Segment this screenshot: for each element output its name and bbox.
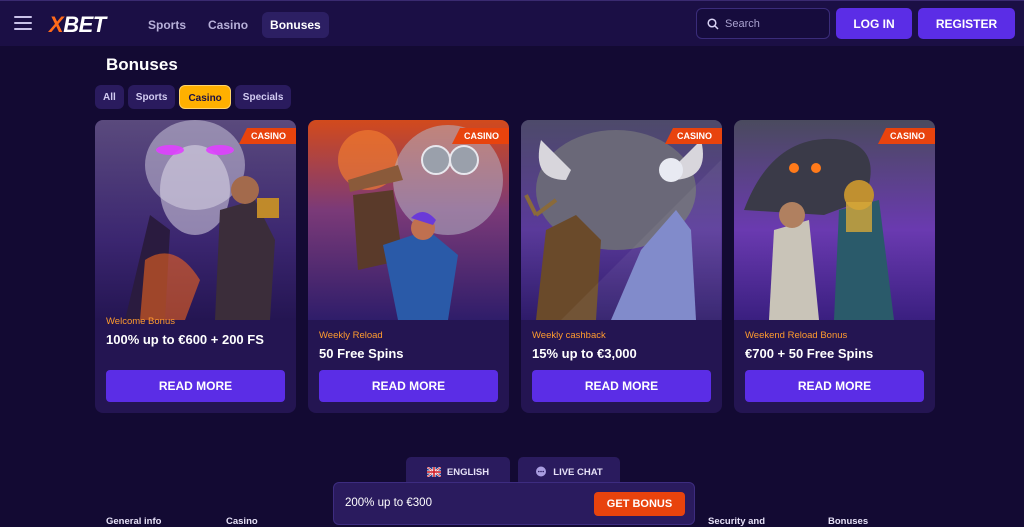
read-more-button[interactable]: READ MORE <box>319 370 498 402</box>
card-subtitle: Weekly cashback <box>532 330 606 341</box>
read-more-button[interactable]: READ MORE <box>106 370 285 402</box>
search-box[interactable] <box>696 8 830 39</box>
bonus-card[interactable]: CASINO Weekly Reload 50 Free Spins READ … <box>308 120 509 413</box>
logo-x: X <box>49 12 64 37</box>
read-more-button[interactable]: READ MORE <box>532 370 711 402</box>
card-subtitle: Weekend Reload Bonus <box>745 330 848 341</box>
logo-bet: BET <box>63 12 106 37</box>
promo-text: 200% up to €300 <box>345 497 432 509</box>
chat-bubble-icon <box>536 466 547 477</box>
footer-bonuses[interactable]: Bonuses <box>828 516 868 527</box>
login-button[interactable]: LOG IN <box>836 8 912 39</box>
bonus-card[interactable]: CASINO Weekly cashback 15% up to €3,000 … <box>521 120 722 413</box>
filter-specials[interactable]: Specials <box>234 85 292 109</box>
footer-casino[interactable]: Casino <box>226 516 258 527</box>
logo[interactable]: XBET <box>49 12 106 38</box>
nav-bonuses[interactable]: Bonuses <box>262 12 329 38</box>
live-chat-label: LIVE CHAT <box>553 466 603 478</box>
card-subtitle: Welcome Bonus <box>106 316 175 327</box>
footer-security[interactable]: Security and <box>708 516 765 527</box>
category-badge: CASINO <box>451 128 509 144</box>
card-artwork <box>734 120 935 320</box>
nav-casino[interactable]: Casino <box>200 12 256 38</box>
card-title: 50 Free Spins <box>319 346 404 361</box>
search-icon <box>707 17 719 30</box>
nav-sports[interactable]: Sports <box>140 12 194 38</box>
card-artwork <box>95 120 296 320</box>
filter-casino[interactable]: Casino <box>179 85 231 109</box>
card-subtitle: Weekly Reload <box>319 330 383 341</box>
card-title: 15% up to €3,000 <box>532 346 637 361</box>
bonus-cards: CASINO Welcome Bonus 100% up to €600 + 2… <box>95 120 935 413</box>
language-label: ENGLISH <box>446 466 490 478</box>
category-badge: CASINO <box>238 128 296 144</box>
card-artwork <box>521 120 722 320</box>
category-badge: CASINO <box>664 128 722 144</box>
get-bonus-button[interactable]: GET BONUS <box>594 492 685 516</box>
card-title: 100% up to €600 + 200 FS <box>106 332 264 347</box>
bonus-card[interactable]: CASINO Weekend Reload Bonus €700 + 50 Fr… <box>734 120 935 413</box>
bonus-card[interactable]: CASINO Welcome Bonus 100% up to €600 + 2… <box>95 120 296 413</box>
filter-sports[interactable]: Sports <box>127 85 176 109</box>
search-input[interactable] <box>725 17 825 30</box>
register-button[interactable]: REGISTER <box>918 8 1015 39</box>
main-nav: Sports Casino Bonuses <box>140 12 329 38</box>
promo-bar: 200% up to €300 GET BONUS <box>333 482 695 525</box>
filter-all[interactable]: All <box>95 85 124 109</box>
card-artwork <box>308 120 509 320</box>
filter-tabs: All Sports Casino Specials <box>95 85 292 109</box>
read-more-button[interactable]: READ MORE <box>745 370 924 402</box>
footer-general-info[interactable]: General info <box>106 516 161 527</box>
top-header: XBET Sports Casino Bonuses LOG IN REGIST… <box>0 0 1024 46</box>
menu-icon[interactable] <box>14 16 32 30</box>
card-title: €700 + 50 Free Spins <box>745 346 874 361</box>
uk-flag-icon <box>426 467 441 477</box>
page-title: Bonuses <box>106 55 178 74</box>
category-badge: CASINO <box>877 128 935 144</box>
